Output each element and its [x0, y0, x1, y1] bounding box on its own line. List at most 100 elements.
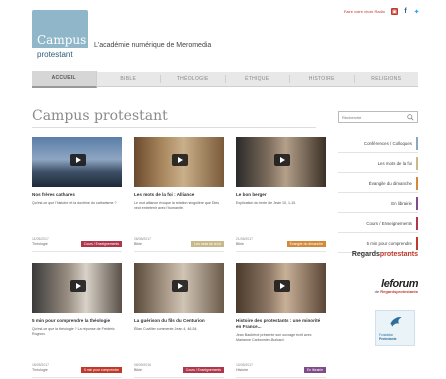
- card-excerpt: Qu'est-ce que l'histoire et la doctrine …: [32, 201, 117, 205]
- card-date: 06/09/2016: [134, 363, 151, 367]
- fondation-logo-line2: Protestante: [379, 337, 397, 341]
- sidebar-item-label: En librairie: [391, 201, 412, 206]
- nav-item-histoire[interactable]: HISTOIRE: [290, 75, 355, 83]
- card-title[interactable]: La guérison du fils du Centurion: [134, 318, 224, 324]
- card-footer: 18/05/2017 Théologie 5 min pour comprend…: [32, 363, 122, 378]
- site-logo[interactable]: Campus protestant: [32, 10, 88, 62]
- play-icon[interactable]: [70, 154, 86, 166]
- video-card[interactable]: Le bon berger Explication du texte de Je…: [236, 137, 326, 252]
- card-excerpt: Jean Baubérot présente son ouvrage écrit…: [236, 333, 312, 342]
- card-category[interactable]: Bible: [236, 242, 244, 246]
- gift-icon[interactable]: ▣: [391, 8, 398, 15]
- card-divider: [134, 251, 224, 252]
- sidebar-menu: Conférences / Colloques Les mots de la f…: [338, 133, 418, 253]
- card-excerpt: Élian Cuvillier commente Jean 4, 46-54.: [134, 327, 198, 331]
- card-badge[interactable]: Évangile du dimanche: [286, 241, 326, 247]
- sidebar-item-conferences[interactable]: Conférences / Colloques: [338, 133, 418, 153]
- card-category[interactable]: Théologie: [32, 368, 48, 372]
- fondation-logo-text: Fondation Protestante: [379, 333, 397, 341]
- search-input[interactable]: [342, 114, 404, 121]
- card-category[interactable]: Théologie: [32, 242, 48, 246]
- nav-item-accueil[interactable]: ACCUEIL: [32, 70, 97, 88]
- card-divider: [236, 377, 326, 378]
- play-icon[interactable]: [172, 280, 188, 292]
- title-divider: [32, 127, 316, 128]
- sidebar-item-cours[interactable]: Cours / Enseignements: [338, 213, 418, 233]
- search-icon[interactable]: [407, 114, 414, 121]
- fondation-protestante-logo[interactable]: Fondation Protestante: [375, 310, 415, 346]
- play-icon[interactable]: [172, 154, 188, 166]
- card-title[interactable]: 5 min pour comprendre la théologie: [32, 318, 122, 324]
- video-thumbnail[interactable]: [32, 263, 122, 313]
- dove-icon: [390, 317, 402, 327]
- sidebar-color-bar: [416, 157, 418, 170]
- search-box: [338, 111, 418, 123]
- card-footer: 21/05/2017 Bible Évangile du dimanche: [236, 237, 326, 252]
- sidebar-item-label: Évangile du dimanche: [368, 181, 412, 186]
- card-category[interactable]: Bible: [134, 368, 142, 372]
- video-thumbnail[interactable]: [236, 137, 326, 187]
- sidebar-item-evangile[interactable]: Évangile du dimanche: [338, 173, 418, 193]
- card-title[interactable]: Les mots de la foi : Alliance: [134, 192, 224, 198]
- video-card[interactable]: Histoire des protestants : une minorité …: [236, 263, 326, 378]
- video-card[interactable]: 5 min pour comprendre la théologie Qu'es…: [32, 263, 122, 378]
- sidebar-color-bar: [416, 197, 418, 210]
- card-date: 21/05/2017: [236, 237, 253, 241]
- card-badge[interactable]: Cours / Enseignements: [80, 241, 122, 247]
- nav-item-religions[interactable]: RELIGIONS: [355, 75, 419, 83]
- card-date: 28/05/2017: [134, 237, 151, 241]
- facebook-icon[interactable]: f: [402, 8, 409, 15]
- card-badge[interactable]: En librairie: [303, 367, 326, 373]
- video-thumbnail[interactable]: [236, 263, 326, 313]
- nav-item-bible[interactable]: BIBLE: [97, 75, 161, 83]
- video-card[interactable]: Nos frères cathares Qu'est-ce que l'hist…: [32, 137, 122, 252]
- card-footer: 11/05/2017 Théologie Cours / Enseignemen…: [32, 237, 122, 252]
- regards-protestants-logo[interactable]: Regardsprotestants: [338, 251, 418, 265]
- card-footer: 06/09/2016 Bible Cours / Enseignements: [134, 363, 224, 378]
- card-divider: [32, 377, 122, 378]
- sidebar-item-label: Cours / Enseignements: [366, 221, 412, 226]
- card-badge[interactable]: Les mots de la foi: [191, 241, 224, 247]
- video-thumbnail[interactable]: [32, 137, 122, 187]
- forum-subtitle-brand: Regardsprotestants: [380, 289, 418, 294]
- logo-text-protestant: protestant: [32, 48, 88, 62]
- card-excerpt: Le mot alliance évoque la relation singu…: [134, 201, 220, 210]
- sidebar-color-bar: [416, 177, 418, 190]
- card-category[interactable]: Histoire: [236, 368, 248, 372]
- card-title[interactable]: Le bon berger: [236, 192, 326, 198]
- card-excerpt: Qu'est-ce que la théologie ? La réponse …: [32, 327, 115, 336]
- sidebar-item-label: 5 min pour comprendre: [366, 241, 412, 246]
- card-footer: 28/05/2017 Bible Les mots de la foi: [134, 237, 224, 252]
- nav-item-ethique[interactable]: ÉTHIQUE: [226, 75, 290, 83]
- video-thumbnail[interactable]: [134, 263, 224, 313]
- play-icon[interactable]: [70, 280, 86, 292]
- radio-link[interactable]: Faire votre choix Radio: [344, 9, 385, 14]
- card-title[interactable]: Histoire des protestants : une minorité …: [236, 318, 326, 330]
- card-excerpt: Explication du texte de Jean 10, 1-10.: [236, 201, 297, 205]
- twitter-icon[interactable]: ✦: [413, 8, 420, 16]
- card-badge[interactable]: Cours / Enseignements: [182, 367, 224, 373]
- nav-item-theologie[interactable]: THÉOLOGIE: [161, 75, 226, 83]
- play-icon[interactable]: [274, 280, 290, 292]
- card-date: 11/05/2017: [32, 237, 49, 241]
- regards-logo-part1: Regards: [351, 251, 380, 258]
- card-category[interactable]: Bible: [134, 242, 142, 246]
- sidebar-item-label: Conférences / Colloques: [363, 141, 412, 146]
- card-badge[interactable]: 5 min pour comprendre: [80, 367, 122, 373]
- site-tagline: L'académie numérique de Meromedia: [94, 42, 212, 49]
- card-date: 18/05/2017: [32, 363, 49, 367]
- sidebar-item-5-min[interactable]: 5 min pour comprendre: [338, 233, 418, 253]
- video-card[interactable]: Les mots de la foi : Alliance Le mot all…: [134, 137, 224, 252]
- le-forum-logo[interactable]: leforum de Regardsprotestants: [338, 278, 419, 304]
- sidebar-color-bar: [416, 237, 418, 250]
- card-title[interactable]: Nos frères cathares: [32, 192, 122, 198]
- card-divider: [32, 251, 122, 252]
- video-thumbnail[interactable]: [134, 137, 224, 187]
- card-divider: [134, 377, 224, 378]
- sidebar-item-librairie[interactable]: En librairie: [338, 193, 418, 213]
- sidebar-item-mots-de-la-foi[interactable]: Les mots de la foi: [338, 153, 418, 173]
- video-card[interactable]: La guérison du fils du Centurion Élian C…: [134, 263, 224, 378]
- play-icon[interactable]: [274, 154, 290, 166]
- card-footer: 10/05/2017 Histoire En librairie: [236, 363, 326, 378]
- main-nav: ACCUEIL BIBLE THÉOLOGIE ÉTHIQUE HISTOIRE…: [32, 70, 419, 88]
